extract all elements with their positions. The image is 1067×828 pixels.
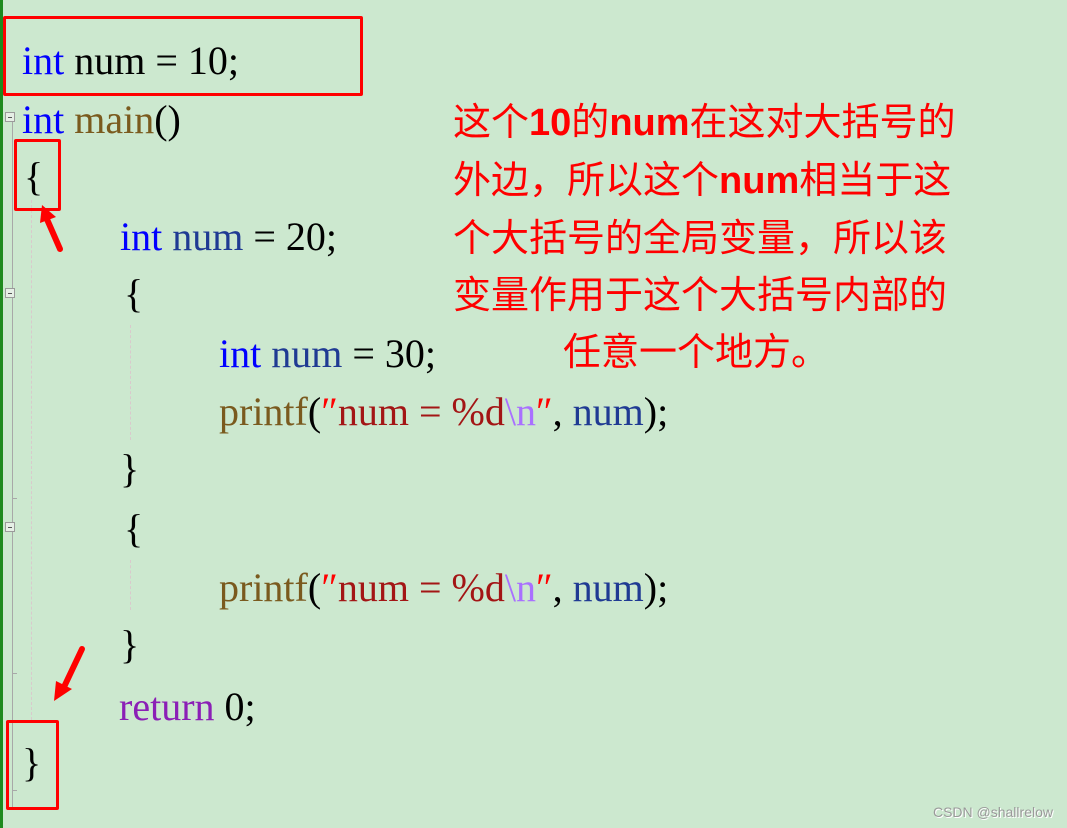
code-text: = 30; [342, 331, 437, 376]
code-line-brace: } [120, 622, 140, 667]
string-quote: ″ [321, 565, 338, 610]
identifier: num [572, 389, 644, 434]
annotation-segment: 这个 [453, 100, 530, 144]
annotation-line: 个大括号的全局变量，所以该 [453, 216, 948, 260]
highlight-box-open-brace [14, 139, 61, 211]
fold-guide-line [12, 122, 13, 810]
identifier: num [572, 565, 644, 610]
code-line-brace: { [124, 271, 144, 316]
keyword: return [119, 684, 215, 729]
arrow-up-left-icon [40, 205, 63, 252]
annotation-bold: 10 [529, 102, 572, 144]
watermark: CSDN @shallrelow [932, 804, 1053, 820]
code-text: 0; [214, 684, 256, 729]
fold-end-tick [12, 673, 17, 674]
fold-end-tick [12, 498, 17, 499]
editor-left-border [0, 0, 3, 828]
code-text: , [552, 389, 573, 434]
code-text: () [154, 97, 181, 142]
annotation-segment: 的 [571, 100, 610, 144]
code-text: , [552, 565, 573, 610]
string-quote: ″ [536, 565, 553, 610]
function-name: printf [219, 565, 308, 610]
highlight-box-global-num [3, 16, 363, 96]
annotation-bold: num [609, 102, 690, 144]
keyword: int [219, 331, 262, 376]
escape-sequence: \n [504, 389, 536, 434]
string-quote: ″ [321, 389, 338, 434]
code-line-num-30: int num = 30; [219, 330, 436, 378]
function-name: printf [219, 389, 308, 434]
code-line-brace: { [124, 506, 144, 551]
code-text: = 20; [243, 214, 338, 259]
string-literal: num = %d [337, 389, 505, 434]
code-text: ( [307, 565, 322, 610]
code-line-main: int main() [22, 96, 181, 144]
annotation-segment: 相当于这 [799, 158, 952, 202]
fold-collapse-icon[interactable] [5, 288, 15, 298]
code-line-printf: printf(″num = %d\n″, num); [219, 388, 668, 436]
identifier: num [261, 331, 343, 376]
string-literal: num = %d [337, 565, 505, 610]
indent-guide [130, 560, 131, 610]
code-text: ( [307, 389, 322, 434]
code-line-num-20: int num = 20; [120, 213, 337, 261]
code-line-printf: printf(″num = %d\n″, num); [219, 564, 668, 612]
arrow-down-left-icon [54, 646, 85, 701]
indent-guide [31, 200, 32, 720]
escape-sequence: \n [504, 565, 536, 610]
indent-guide [130, 325, 131, 440]
string-quote: ″ [536, 389, 553, 434]
annotation-bold: num [719, 160, 800, 202]
code-text: ); [643, 565, 669, 610]
annotation-line: 这个10的num在这对大括号的 [453, 94, 1053, 152]
highlight-box-close-brace [6, 720, 59, 810]
annotation-line: 任意一个地方。 [563, 330, 830, 374]
annotation-line: 变量作用于这个大括号内部的 [453, 273, 948, 317]
annotation-text: 这个10的num在这对大括号的 外边，所以这个num相当于这 个大括号的全局变量… [453, 94, 1053, 381]
fold-collapse-icon[interactable] [5, 112, 15, 122]
code-line-return: return 0; [119, 683, 256, 731]
code-text: ); [643, 389, 669, 434]
function-name: main [64, 97, 155, 142]
identifier: num [162, 214, 244, 259]
keyword: int [120, 214, 163, 259]
annotation-segment: 外边，所以这个 [453, 158, 720, 202]
keyword: int [22, 97, 65, 142]
fold-collapse-icon[interactable] [5, 522, 15, 532]
code-line-brace: } [120, 446, 140, 491]
annotation-line: 外边，所以这个num相当于这 [453, 152, 1053, 210]
annotation-segment: 在这对大括号的 [689, 100, 956, 144]
